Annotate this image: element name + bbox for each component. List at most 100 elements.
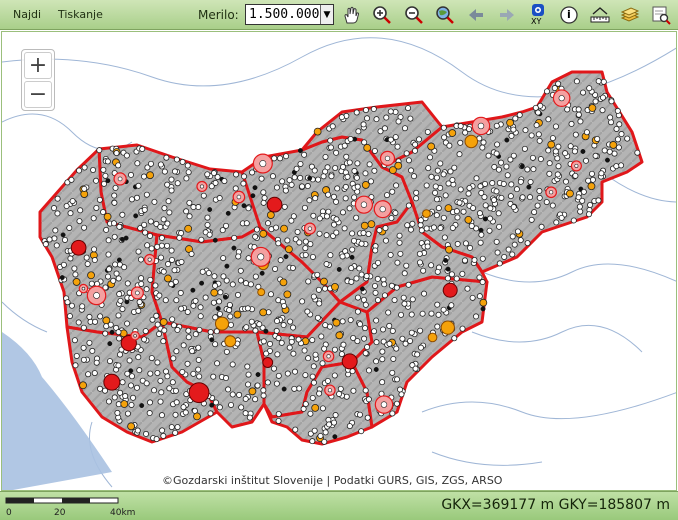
- point-white: [362, 107, 369, 114]
- pan-hand-icon[interactable]: [339, 3, 363, 27]
- point-white: [147, 276, 154, 283]
- point-white: [314, 314, 321, 321]
- point-white: [140, 173, 147, 180]
- forward-arrow-icon[interactable]: [495, 3, 519, 27]
- point-white: [124, 280, 131, 287]
- scale-tick-40: 40km: [110, 508, 136, 518]
- point-white: [595, 78, 602, 85]
- zoom-globe-icon[interactable]: [433, 3, 457, 27]
- point-white: [608, 98, 615, 105]
- point-white: [375, 259, 382, 266]
- chevron-down-icon[interactable]: ▼: [320, 5, 333, 24]
- point-white: [355, 128, 362, 135]
- point-white: [212, 179, 219, 186]
- point-white: [407, 226, 414, 233]
- point-white: [111, 192, 118, 199]
- point-white: [371, 328, 378, 335]
- point-white: [195, 204, 202, 211]
- point-white: [448, 302, 455, 309]
- point-white: [169, 379, 176, 386]
- point-black: [443, 257, 449, 263]
- point-white: [576, 203, 583, 210]
- point-white: [103, 323, 110, 330]
- point-white: [310, 212, 317, 219]
- point-orange: [587, 182, 596, 191]
- point-white: [42, 241, 49, 248]
- point-white: [494, 249, 501, 256]
- point-white: [156, 330, 163, 337]
- point-white: [381, 125, 388, 132]
- point-white: [309, 373, 316, 380]
- point-white: [178, 230, 185, 237]
- point-white: [272, 265, 279, 272]
- map-canvas[interactable]: [1, 31, 677, 491]
- point-white: [210, 299, 217, 306]
- point-white: [350, 237, 357, 244]
- point-pink-centre: [384, 155, 391, 161]
- point-white: [157, 161, 164, 168]
- point-pink-centre: [81, 286, 86, 291]
- point-white: [180, 342, 187, 349]
- point-white: [339, 209, 346, 216]
- point-white: [493, 122, 500, 129]
- point-white: [119, 211, 126, 218]
- info-icon[interactable]: i: [557, 3, 581, 27]
- point-white: [275, 417, 282, 424]
- zoom-in-icon[interactable]: [370, 3, 394, 27]
- point-white: [158, 412, 165, 419]
- point-white: [305, 355, 312, 362]
- point-white: [412, 141, 419, 148]
- point-white: [291, 385, 298, 392]
- point-orange: [311, 404, 320, 412]
- search-map-icon[interactable]: [649, 3, 673, 27]
- point-white: [394, 376, 401, 383]
- point-white: [362, 387, 369, 394]
- point-pink-centre: [133, 334, 137, 338]
- zoom-out-icon[interactable]: [402, 3, 426, 27]
- point-white: [524, 166, 531, 173]
- point-orange: [285, 245, 293, 254]
- zoom-plus-button[interactable]: +: [24, 52, 52, 79]
- point-orange-large: [257, 288, 266, 297]
- point-white: [225, 386, 232, 393]
- point-white: [613, 125, 620, 132]
- point-orange: [445, 245, 453, 254]
- point-white: [162, 297, 169, 304]
- point-white: [498, 159, 505, 166]
- point-black: [445, 266, 451, 272]
- back-arrow-icon[interactable]: [464, 3, 488, 27]
- point-white: [260, 189, 267, 196]
- point-white: [529, 154, 536, 161]
- point-white: [128, 382, 135, 389]
- zoom-minus-button[interactable]: −: [24, 81, 52, 108]
- point-white: [205, 269, 212, 276]
- point-white: [353, 109, 360, 116]
- point-white: [207, 410, 214, 417]
- point-white: [217, 289, 224, 296]
- point-orange: [464, 215, 473, 224]
- point-white: [309, 394, 316, 401]
- point-white: [291, 174, 298, 181]
- point-white: [52, 227, 59, 234]
- point-white: [334, 185, 341, 192]
- point-white: [290, 213, 297, 220]
- point-black: [336, 267, 342, 272]
- point-white: [124, 410, 131, 417]
- point-white: [93, 204, 100, 211]
- measure-icon[interactable]: [588, 3, 612, 27]
- xy-coordinate-icon[interactable]: XY: [526, 3, 550, 27]
- point-white: [440, 124, 447, 131]
- menu-najdi[interactable]: Najdi: [13, 8, 41, 21]
- layers-icon[interactable]: [618, 3, 642, 27]
- point-white: [536, 194, 543, 201]
- point-white: [311, 427, 318, 434]
- point-white: [159, 427, 166, 434]
- menu-tiskanje[interactable]: Tiskanje: [58, 8, 103, 21]
- point-white: [105, 251, 112, 258]
- point-white: [142, 328, 149, 335]
- point-white: [69, 198, 76, 205]
- point-white: [164, 220, 171, 227]
- point-white: [60, 261, 67, 268]
- scale-select[interactable]: 1.500.000 ▼: [245, 4, 334, 25]
- point-white: [608, 119, 615, 126]
